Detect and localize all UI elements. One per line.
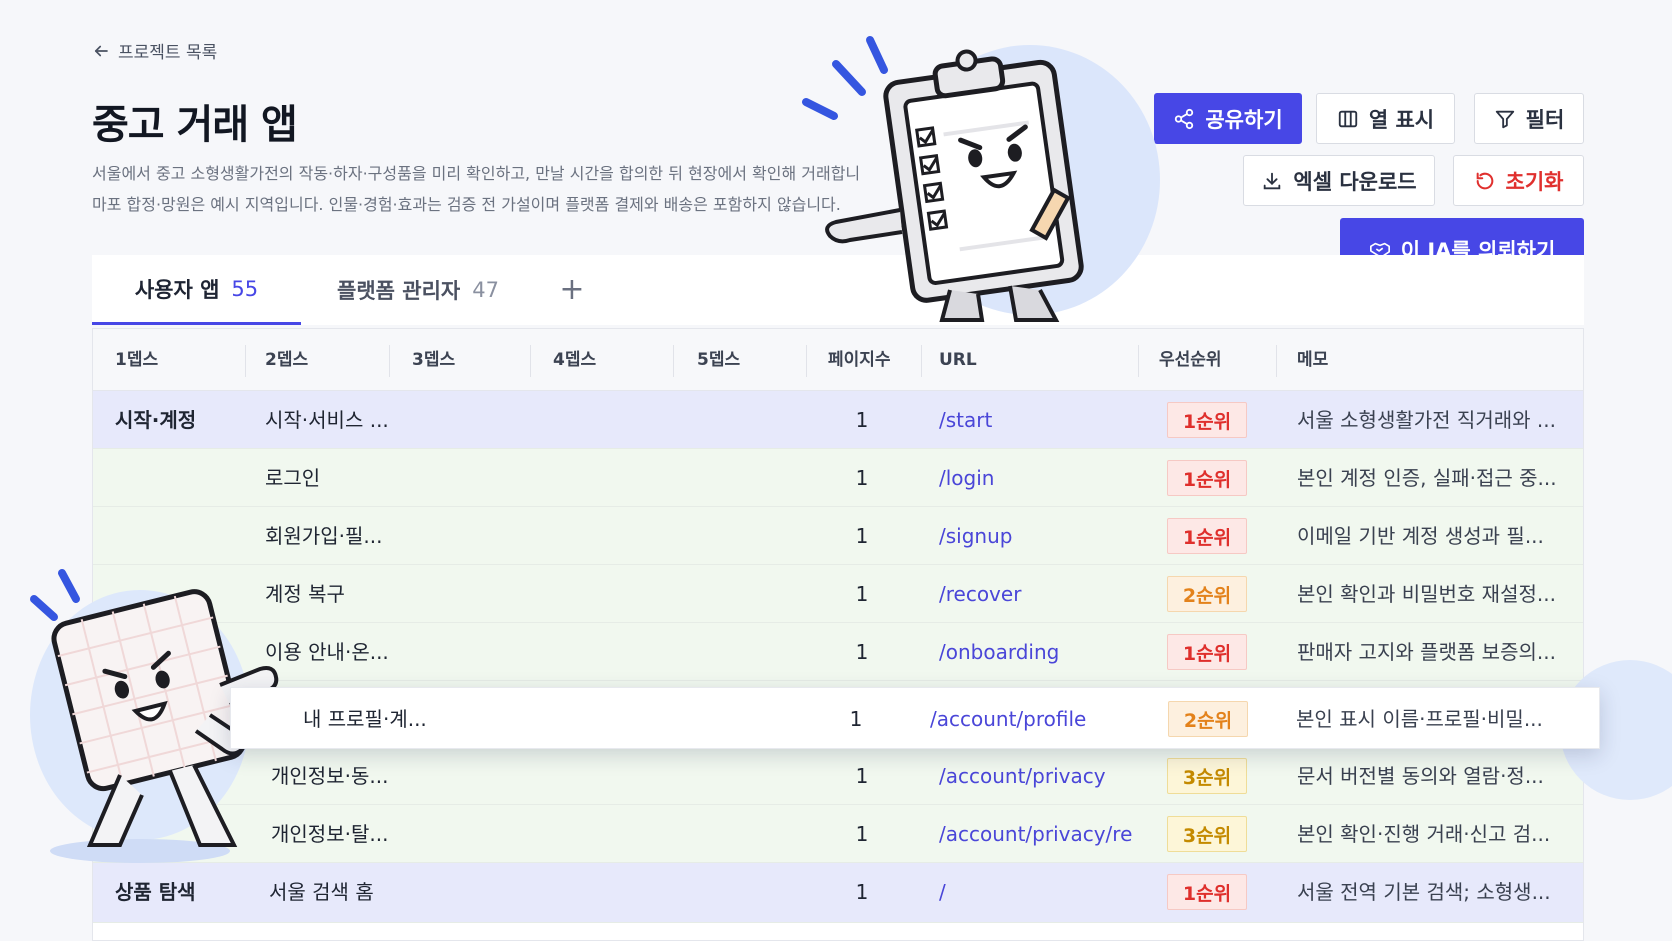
priority-badge: 3순위 (1167, 758, 1247, 794)
funnel-icon (1495, 110, 1514, 128)
cell-depth1: 시작·계정 (115, 408, 197, 432)
table-row[interactable]: 이용 안내·온... 1 /onboarding 1순위 판매자 고지와 플랫폼… (93, 623, 1583, 681)
ia-table: 1뎁스 2뎁스 3뎁스 4뎁스 5뎁스 페이지수 URL 우선순위 메모 시작·… (92, 328, 1584, 941)
description-line-1: 서울에서 중고 소형생활가전의 작동·하자·구성품을 미리 확인하고, 만날 시… (92, 164, 861, 183)
cell-url[interactable]: /signup (939, 507, 1012, 565)
column-header-memo[interactable]: 메모 (1297, 329, 1328, 391)
tab-user-app[interactable]: 사용자 앱 55 (92, 255, 301, 325)
table-row[interactable]: 개인정보·탈... 1 /account/privacy/re 3순위 본인 확… (93, 805, 1583, 863)
cell-url[interactable]: /account/profile (930, 688, 1086, 750)
add-tab-button[interactable]: + (552, 269, 592, 309)
column-header-depth5[interactable]: 5뎁스 (697, 329, 740, 391)
cell-url[interactable]: / (939, 863, 946, 921)
table-row[interactable]: 로그인 1 /login 1순위 본인 계정 인증, 실패·접근 중... (93, 449, 1583, 507)
priority-badge: 3순위 (1167, 816, 1247, 852)
reset-button[interactable]: 초기화 (1453, 155, 1584, 206)
back-link-label: 프로젝트 목록 (118, 43, 218, 63)
reset-button-label: 초기화 (1505, 169, 1564, 194)
tab-platform-admin[interactable]: 플랫폼 관리자 47 (318, 255, 518, 325)
cell-memo: 판매자 고지와 플랫폼 보증의... (1297, 640, 1556, 664)
table-row[interactable]: 회원가입·필... 1 /signup 1순위 이메일 기반 계정 생성과 필.… (93, 507, 1583, 565)
cell-pages: 1 (855, 880, 869, 904)
table-row[interactable]: 계정 복구 1 /recover 2순위 본인 확인과 비밀번호 재설정... (93, 565, 1583, 623)
excel-download-button[interactable]: 엑셀 다운로드 (1243, 155, 1435, 206)
download-icon (1264, 172, 1281, 189)
priority-badge: 2순위 (1168, 701, 1248, 737)
tab-user-app-label: 사용자 앱 (134, 277, 220, 302)
share-button-label: 공유하기 (1205, 107, 1283, 132)
cell-memo: 본인 표시 이름·프로필·비밀... (1296, 707, 1543, 731)
dragged-table-row[interactable]: 내 프로필·계... 1 /account/profile 2순위 본인 표시 … (230, 687, 1600, 749)
description-line-2: 마포 합정·망원은 예시 지역입니다. 인물·경험·효과는 검증 전 가설이며 … (92, 195, 841, 214)
clipboard-mascot-illustration (802, 36, 1160, 322)
cell-pages: 1 (855, 822, 869, 846)
back-link[interactable]: 프로젝트 목록 (92, 38, 217, 63)
priority-badge: 1순위 (1167, 874, 1247, 910)
cell-pages: 1 (849, 707, 863, 731)
tab-platform-admin-count: 47 (472, 278, 499, 302)
page-description: 서울에서 중고 소형생활가전의 작동·하자·구성품을 미리 확인하고, 만날 시… (92, 158, 922, 220)
column-display-button[interactable]: 열 표시 (1316, 93, 1455, 144)
cell-memo: 서울 소형생활가전 직거래와 ... (1297, 408, 1556, 432)
table-row[interactable]: 개인정보·동... 1 /account/privacy 3순위 문서 버전별 … (93, 747, 1583, 805)
cell-pages: 1 (855, 640, 869, 664)
excel-download-label: 엑셀 다운로드 (1293, 169, 1417, 194)
cell-pages: 1 (855, 582, 869, 606)
cell-url[interactable]: /onboarding (939, 623, 1059, 681)
column-header-pages[interactable]: 페이지수 (828, 329, 891, 391)
priority-badge: 1순위 (1167, 518, 1247, 554)
cell-pages: 1 (855, 524, 869, 548)
cell-url[interactable]: /login (939, 449, 994, 507)
table-row[interactable]: 시작·계정 시작·서비스 ... 1 /start 1순위 서울 소형생활가전 … (93, 391, 1583, 449)
table-header: 1뎁스 2뎁스 3뎁스 4뎁스 5뎁스 페이지수 URL 우선순위 메모 (93, 329, 1583, 391)
arrow-left-icon (94, 45, 108, 56)
priority-badge: 1순위 (1167, 634, 1247, 670)
column-display-label: 열 표시 (1368, 107, 1435, 132)
cell-depth1: 상품 탐색 (115, 880, 196, 904)
column-header-priority[interactable]: 우선순위 (1159, 329, 1222, 391)
cell-url[interactable]: /recover (939, 565, 1021, 623)
cell-depth2: 내 프로필·계... (303, 707, 427, 731)
priority-badge: 1순위 (1167, 402, 1247, 438)
column-header-depth4[interactable]: 4뎁스 (553, 329, 596, 391)
share-icon (1175, 108, 1194, 129)
cell-memo: 서울 전역 기본 검색; 소형생... (1297, 880, 1551, 904)
column-header-depth3[interactable]: 3뎁스 (412, 329, 455, 391)
tab-user-app-count: 55 (231, 276, 259, 301)
cell-memo: 본인 계정 인증, 실패·접근 중... (1297, 466, 1557, 490)
cell-pages: 1 (855, 764, 869, 788)
cell-memo: 문서 버전별 동의와 열람·정... (1297, 764, 1544, 788)
share-button[interactable]: 공유하기 (1154, 93, 1302, 144)
cell-pages: 1 (855, 408, 869, 432)
cell-memo: 이메일 기반 계정 생성과 필... (1297, 524, 1544, 548)
cell-depth2: 회원가입·필... (265, 524, 383, 548)
refresh-icon (1476, 172, 1493, 189)
column-header-depth2[interactable]: 2뎁스 (265, 329, 308, 391)
cell-depth2: 서울 검색 홈 (269, 880, 374, 904)
cell-url[interactable]: /start (939, 391, 992, 449)
filter-button-label: 필터 (1525, 107, 1565, 132)
column-header-depth1[interactable]: 1뎁스 (115, 329, 158, 391)
cell-url[interactable]: /account/privacy (939, 747, 1106, 805)
table-row[interactable]: 상품 탐색 서울 검색 홈 1 / 1순위 서울 전역 기본 검색; 소형생..… (93, 863, 1583, 923)
priority-badge: 2순위 (1167, 576, 1247, 612)
tab-platform-admin-label: 플랫폼 관리자 (337, 279, 461, 303)
priority-badge: 1순위 (1167, 460, 1247, 496)
filter-button[interactable]: 필터 (1474, 93, 1584, 144)
cell-depth2: 시작·서비스 ... (265, 408, 389, 432)
cell-pages: 1 (855, 466, 869, 490)
cell-depth2: 로그인 (265, 466, 321, 490)
cell-memo: 본인 확인·진행 거래·신고 검... (1297, 822, 1551, 846)
cell-url[interactable]: /account/privacy/re (939, 805, 1132, 863)
columns-icon (1338, 110, 1358, 127)
cell-memo: 본인 확인과 비밀번호 재설정... (1297, 582, 1556, 606)
page-title: 중고 거래 앱 (92, 102, 298, 148)
column-header-url[interactable]: URL (939, 329, 977, 391)
